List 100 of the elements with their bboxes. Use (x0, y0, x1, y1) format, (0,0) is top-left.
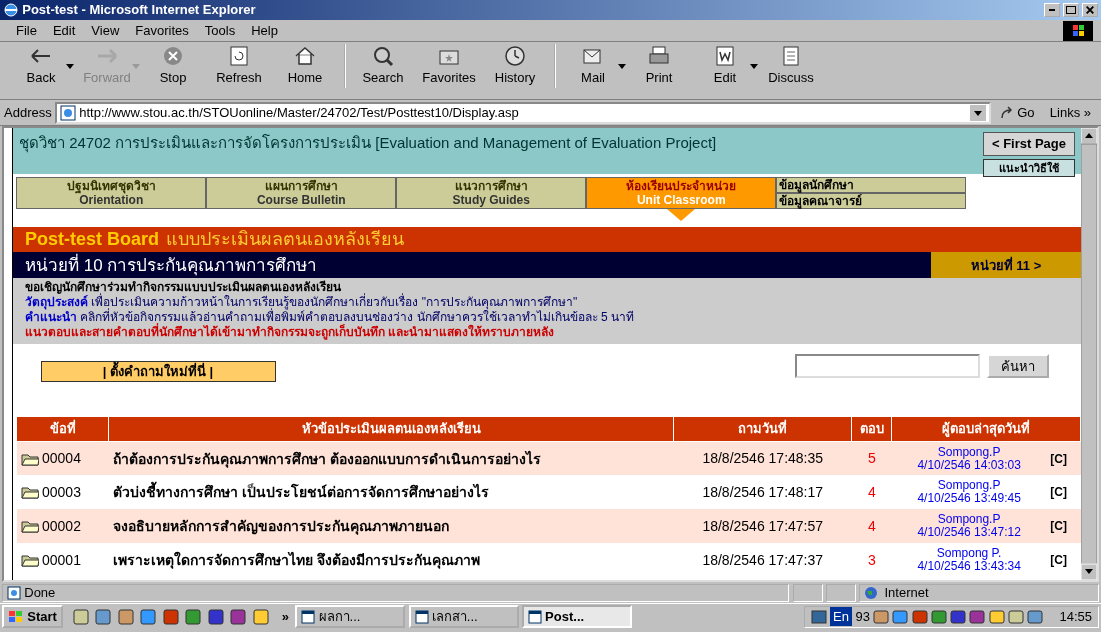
quick-launch-icon[interactable] (207, 608, 224, 625)
menu-item[interactable]: Tools (196, 20, 244, 41)
last-replier: Sompong.P (936, 513, 1002, 527)
menu-item[interactable]: View (83, 20, 128, 41)
search-button[interactable]: ค้นหา (986, 354, 1049, 379)
nav-link[interactable]: ข้อมูลนักศึกษา (776, 177, 967, 194)
tray-icon[interactable] (892, 608, 909, 625)
house-icon (293, 44, 317, 68)
table-cell: 18/8/2546 17:48:17 (673, 475, 852, 510)
quick-launch-icon[interactable] (162, 608, 179, 625)
quick-launch-icon[interactable] (140, 608, 157, 625)
help-button[interactable]: แนะนำวิธีใช้ (982, 158, 1075, 178)
column-header: ถามวันที่ (673, 416, 852, 442)
dropdown-caret-icon[interactable] (66, 64, 74, 69)
links-button[interactable]: Links » (1043, 102, 1097, 123)
nav-tab[interactable]: ปฐมนิเทศชุดวิชา Orientation (16, 177, 207, 210)
windows-logo-icon (8, 609, 24, 624)
next-unit-button[interactable]: หน่วยที่ 11 > (931, 252, 1081, 279)
toolbar-button[interactable]: Favorites (416, 44, 482, 88)
nav-tab[interactable]: แผนการศึกษา Course Bulletin (206, 177, 397, 210)
more-button[interactable]: » (278, 606, 293, 627)
table-cell: 4 (851, 475, 892, 510)
window-title: Post-test - Microsoft Internet Explorer (22, 1, 257, 20)
menu-item[interactable]: Edit (44, 20, 84, 41)
new-question-button[interactable]: | ตั้งคำถามใหม่ที่นี่ | (40, 360, 276, 383)
quick-launch-icon[interactable] (95, 608, 112, 625)
minimize-button[interactable] (1043, 3, 1060, 17)
dropdown-caret-icon[interactable] (969, 104, 986, 121)
info-text: วัตถุประสงค์ เพื่อประเมินความก้าวหน้าในการเรียนรู้ของนักศึกษาเกี่ยวกับเรื่อง "การประกันคุณภาพการศึกษา" (25, 295, 579, 310)
maximize-button[interactable] (1062, 3, 1079, 17)
nav-tab[interactable]: ห้องเรียนประจำหน่วย Unit Classroom (586, 177, 777, 210)
toolbar-button[interactable]: Stop (140, 44, 206, 88)
toolbar-button[interactable]: Print (626, 44, 692, 88)
quick-launch-icon[interactable] (252, 608, 269, 625)
table-cell: [C] (1046, 509, 1081, 544)
toolbar-button[interactable]: History (482, 44, 548, 88)
address-field[interactable]: http://www.stou.ac.th/STOUonline/Master/24702/Test/Posttest10/Display.asp (54, 101, 991, 124)
column-header: ข้อที่ (16, 416, 109, 442)
window-icon (414, 609, 429, 624)
taskbar-button[interactable]: ผลกา... (295, 604, 406, 629)
clock: 14:55 (1059, 607, 1092, 626)
toolbar-button[interactable]: Back (8, 44, 74, 88)
address-label: Address (4, 103, 52, 122)
tray-icon[interactable] (988, 608, 1005, 625)
tray-icon[interactable] (1007, 608, 1024, 625)
quick-launch-icon[interactable] (230, 608, 247, 625)
quick-launch-icon[interactable] (72, 608, 89, 625)
taskbar-button[interactable]: เลกสา... (408, 604, 519, 629)
toolbar-button[interactable]: Edit (692, 44, 758, 88)
column-header: ตอบ (851, 416, 892, 442)
last-reply-date: 4/10/2546 13:49:45 (916, 492, 1022, 506)
vertical-scrollbar[interactable] (1081, 128, 1097, 580)
toolbar-button[interactable]: Search (344, 44, 416, 88)
table-cell: [C] (1046, 543, 1081, 578)
tray-number: 93 (855, 607, 870, 626)
taskbar-button[interactable]: Post... (521, 604, 632, 629)
tray-icon[interactable] (969, 608, 986, 625)
toolbar-button[interactable]: Home (272, 44, 338, 88)
tray-icon[interactable] (911, 608, 928, 625)
browser-logo-icon (3, 2, 19, 18)
folder-icon (20, 519, 39, 534)
quick-launch-icon[interactable] (185, 608, 202, 625)
windows-logo-icon (1063, 20, 1093, 41)
window-icon (527, 609, 542, 624)
close-icon (1086, 6, 1094, 14)
quick-launch-icon[interactable] (117, 608, 134, 625)
topic-number: 00003 (42, 482, 81, 502)
topic-number: 00004 (42, 449, 81, 468)
menu-item[interactable]: File (8, 20, 45, 41)
table-cell: [C] (1046, 475, 1081, 510)
tray-icon[interactable] (950, 608, 967, 625)
last-reply-date: 4/10/2546 14:03:03 (916, 458, 1022, 472)
menu-item[interactable]: Help (243, 20, 286, 41)
tray-icon[interactable] (873, 608, 890, 625)
table-cell: 18/8/2546 17:47:57 (673, 509, 852, 544)
table-cell: 4 (851, 509, 892, 544)
page-icon (59, 104, 76, 121)
close-button[interactable] (1082, 3, 1098, 17)
dropdown-caret-icon[interactable] (618, 64, 626, 69)
tray-icon[interactable] (930, 608, 947, 625)
topic-number: 00001 (42, 550, 81, 570)
topic-link[interactable]: เพราะเหตุใดการจัดการศึกษาไทย จึงต้องมีการประกันคุณภาพ (112, 552, 480, 569)
menu-item[interactable]: Favorites (127, 20, 197, 41)
start-button[interactable]: Start (2, 604, 63, 629)
toolbar-button[interactable]: Refresh (206, 44, 272, 88)
nav-tab[interactable]: แนวการศึกษา Study Guides (396, 177, 587, 210)
language-indicator[interactable]: En (829, 606, 853, 627)
table-cell: 18/8/2546 17:47:37 (673, 543, 852, 578)
search-field[interactable] (795, 354, 980, 379)
toolbar-button[interactable]: Mail (554, 44, 626, 88)
last-replier: Sompong.P (936, 479, 1002, 493)
minimize-icon (1048, 9, 1055, 11)
nav-link[interactable]: ข้อมูลคณาจารย์ (776, 193, 967, 210)
dropdown-caret-icon[interactable] (750, 64, 758, 69)
toolbar-button[interactable]: Discuss (758, 44, 824, 88)
go-button[interactable]: Go (993, 102, 1041, 123)
tray-icon[interactable] (1027, 608, 1044, 625)
tray-icon (810, 608, 827, 625)
first-page-button[interactable]: < First Page (982, 132, 1075, 156)
window-icon (301, 609, 316, 624)
